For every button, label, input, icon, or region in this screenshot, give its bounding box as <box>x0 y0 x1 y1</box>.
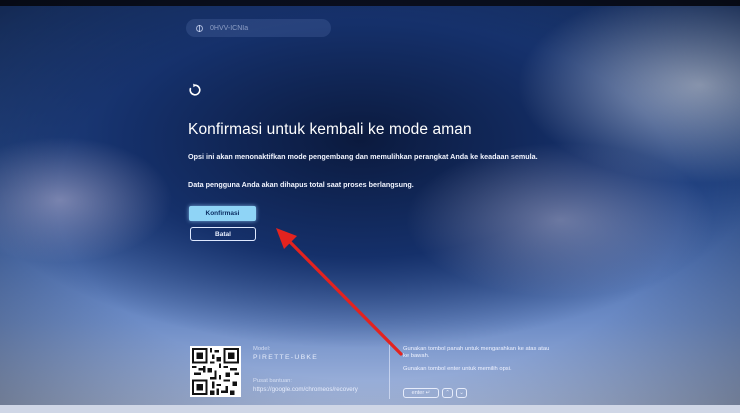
navigation-hint: Gunakan tombol panah untuk mengarahkan k… <box>403 346 550 359</box>
enter-key-icon: enter ↵ <box>403 388 439 398</box>
screen-vignette <box>0 0 740 413</box>
model-value: PIRETTE-UBKE <box>253 354 319 361</box>
refresh-icon <box>189 83 201 96</box>
recovery-screen: 0HVV-ICNIa Konfirmasi untuk kembali ke m… <box>0 0 740 413</box>
page-title: Konfirmasi untuk kembali ke mode aman <box>188 121 472 138</box>
key-legend: enter ↵ ⌃ ⌄ <box>403 388 467 398</box>
network-label: 0HVV-ICNIa <box>210 24 249 32</box>
footer-divider <box>389 343 390 399</box>
annotation-arrow-icon <box>276 228 403 356</box>
arrow-down-key-icon: ⌄ <box>456 388 467 398</box>
qr-code <box>190 346 241 397</box>
network-selector[interactable]: 0HVV-ICNIa <box>186 19 331 37</box>
confirm-button[interactable]: Konfirmasi <box>189 206 256 221</box>
help-center-link[interactable]: https://google.com/chromeos/recovery <box>253 386 358 393</box>
select-hint: Gunakan tombol enter untuk memilih opsi. <box>403 366 512 372</box>
monitor-bezel-top <box>0 0 740 6</box>
cancel-button[interactable]: Batal <box>190 227 256 241</box>
description-text: Opsi ini akan menonaktifkan mode pengemb… <box>188 152 538 161</box>
model-label: Model: <box>253 346 271 352</box>
device-info: Model: PIRETTE-UBKE Pusat bantuan: https… <box>253 346 358 393</box>
warning-text: Data pengguna Anda akan dihapus total sa… <box>188 180 414 189</box>
monitor-bezel-bottom <box>0 405 740 413</box>
globe-icon <box>196 24 203 32</box>
help-center-label: Pusat bantuan: <box>253 378 292 384</box>
arrow-up-key-icon: ⌃ <box>442 388 453 398</box>
qr-code-image <box>192 348 239 395</box>
